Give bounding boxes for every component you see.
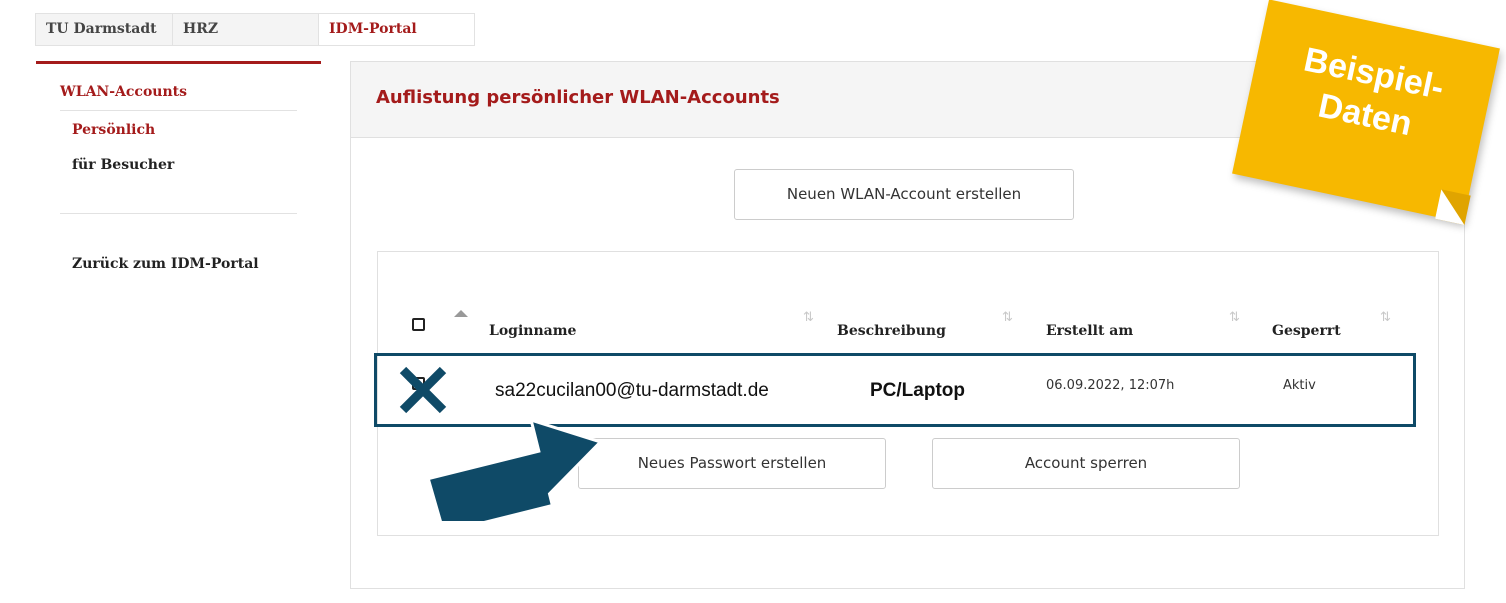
breadcrumb-tu-darmstadt[interactable]: TU Darmstadt xyxy=(36,14,173,45)
sort-icon[interactable]: ⇅ xyxy=(1229,310,1240,325)
sticky-note-curl xyxy=(1435,189,1471,225)
column-header-gesperrt[interactable]: Gesperrt xyxy=(1272,323,1341,339)
sort-icon[interactable]: ⇅ xyxy=(1002,310,1013,325)
sort-icon[interactable]: ⇅ xyxy=(1380,310,1391,325)
sort-icon[interactable]: ⇅ xyxy=(803,310,814,325)
breadcrumb-idm-portal[interactable]: IDM-Portal xyxy=(319,14,474,45)
sidebar-divider xyxy=(60,110,297,111)
row-locked-status: Aktiv xyxy=(1283,378,1316,393)
column-header-loginname[interactable]: Loginname xyxy=(489,323,576,339)
row-loginname: sa22cucilan00@tu-darmstadt.de xyxy=(495,380,769,401)
select-all-checkbox[interactable] xyxy=(412,318,425,331)
breadcrumb: TU Darmstadt HRZ IDM-Portal xyxy=(35,13,475,46)
column-header-beschreibung[interactable]: Beschreibung xyxy=(837,323,946,339)
column-header-erstellt[interactable]: Erstellt am xyxy=(1046,323,1133,339)
row-created: 06.09.2022, 12:07h xyxy=(1046,378,1175,393)
sidebar-accent-rule xyxy=(36,61,321,64)
sidebar-heading[interactable]: WLAN-Accounts xyxy=(60,84,187,100)
page-title: Auflistung persönlicher WLAN-Accounts xyxy=(376,87,780,108)
new-password-button[interactable]: Neues Passwort erstellen xyxy=(578,438,886,489)
breadcrumb-hrz[interactable]: HRZ xyxy=(173,14,319,45)
sidebar-back-link[interactable]: Zurück zum IDM-Portal xyxy=(72,256,259,272)
sort-asc-icon[interactable] xyxy=(454,310,468,317)
new-wlan-account-button[interactable]: Neuen WLAN-Account erstellen xyxy=(734,169,1074,220)
cross-mark-icon xyxy=(399,366,447,414)
sidebar-divider xyxy=(60,213,297,214)
sidebar-item-persoenlich[interactable]: Persönlich xyxy=(72,122,155,138)
arrow-pointer-icon xyxy=(426,421,604,521)
sidebar-item-besucher[interactable]: für Besucher xyxy=(72,157,174,173)
row-description: PC/Laptop xyxy=(870,380,965,401)
lock-account-button[interactable]: Account sperren xyxy=(932,438,1240,489)
